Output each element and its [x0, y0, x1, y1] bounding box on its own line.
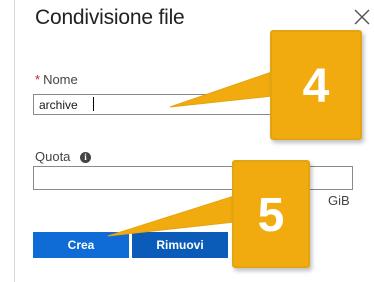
- panel-title: Condivisione file: [35, 6, 185, 29]
- name-label-text: Nome: [43, 72, 78, 87]
- step-5-badge: 5: [232, 160, 310, 268]
- remove-button[interactable]: Rimuovi: [132, 232, 228, 258]
- required-marker: *: [35, 72, 41, 87]
- info-icon[interactable]: i: [80, 152, 91, 163]
- step-4-badge: 4: [270, 30, 362, 140]
- quota-field-label: Quota: [35, 149, 71, 164]
- file-share-panel: Condivisione file *Nome Quota i GiB Crea…: [0, 0, 374, 282]
- panel-left-border: [14, 0, 15, 282]
- close-icon[interactable]: [353, 8, 371, 26]
- callout-5-pointer: [107, 195, 235, 237]
- text-caret: [93, 97, 94, 111]
- create-button[interactable]: Crea: [33, 232, 129, 258]
- name-field-label: * Nome: [35, 72, 78, 87]
- quota-unit-label: GiB: [328, 193, 350, 208]
